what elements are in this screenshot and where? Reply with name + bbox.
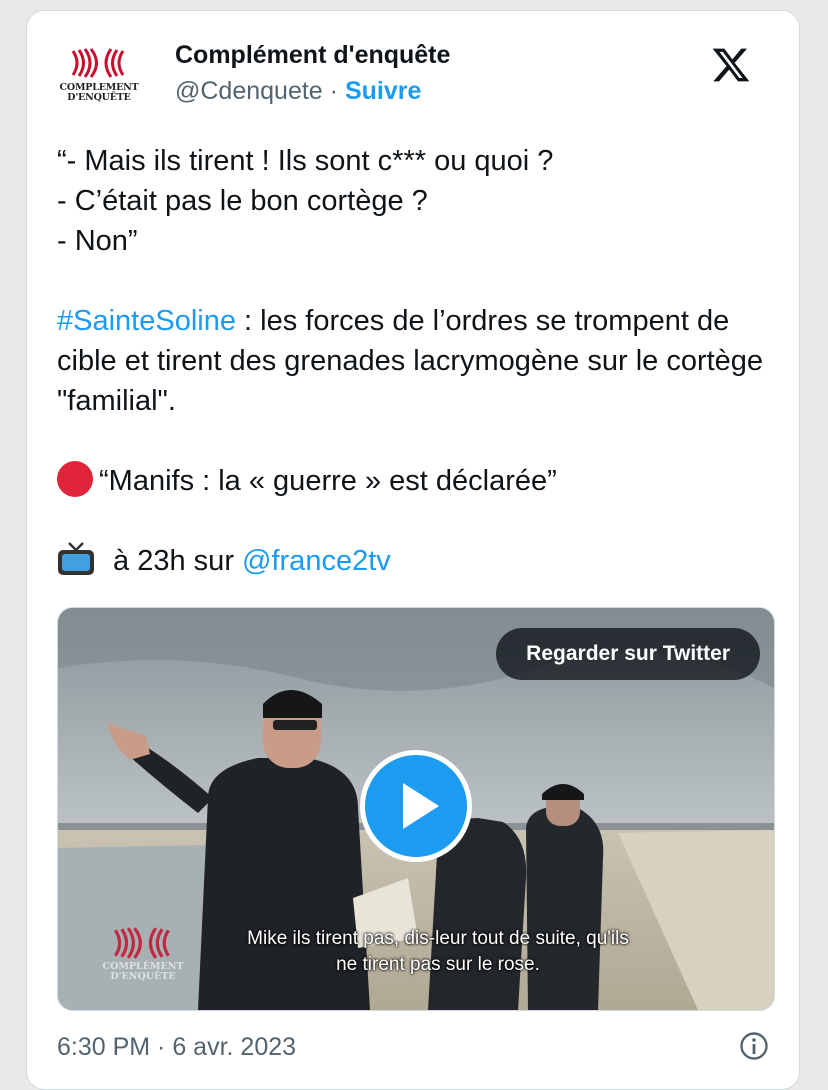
- tweet-line: “- Mais ils tirent ! Ils sont c*** ou qu…: [57, 145, 554, 177]
- brand-logo-icon: [114, 927, 170, 959]
- tweet-header: COMPLEMENT D'ENQUÊTE Complément d'enquêt…: [55, 41, 775, 111]
- author-handle[interactable]: @Cdenquete: [175, 77, 323, 105]
- author-name[interactable]: Complément d'enquête: [175, 41, 450, 70]
- watch-on-twitter-button[interactable]: Regarder sur Twitter: [496, 628, 760, 680]
- tweet-line: - Non”: [57, 225, 138, 257]
- follow-button[interactable]: Suivre: [345, 77, 421, 105]
- separator: ·: [329, 77, 338, 105]
- brand-logo-icon: [71, 48, 125, 78]
- play-button[interactable]: [360, 750, 472, 862]
- tv-icon: [58, 542, 94, 575]
- tweet-timestamp[interactable]: 6:30 PM · 6 avr. 2023: [57, 1033, 296, 1062]
- tweet-body: “- Mais ils tirent ! Ils sont c*** ou qu…: [57, 141, 777, 581]
- mention-link[interactable]: @france2tv: [242, 545, 391, 577]
- author-handle-row: @Cdenquete · Suivre: [175, 77, 421, 106]
- video-watermark: COMPLÉMENT D'ENQUÊTE: [98, 926, 188, 986]
- tweet-line: - C’était pas le bon cortège ?: [57, 185, 428, 217]
- tweet-card: COMPLEMENT D'ENQUÊTE Complément d'enquêt…: [26, 10, 800, 1090]
- author-avatar[interactable]: COMPLEMENT D'ENQUÊTE: [57, 47, 141, 109]
- red-circle-icon: [57, 461, 93, 497]
- tweet-paragraph: #SainteSoline : les forces de l’ordres s…: [57, 305, 764, 417]
- play-icon: [403, 783, 439, 829]
- tweet-broadcast: à 23h sur @france2tv: [57, 541, 777, 581]
- video-player[interactable]: Regarder sur Twitter COMPLÉMENT D'ENQUÊT…: [57, 607, 775, 1011]
- video-subtitle: Mike ils tirent pas, dis-leur tout de su…: [247, 928, 629, 975]
- watermark-text: COMPLÉMENT D'ENQUÊTE: [102, 961, 184, 982]
- avatar-wordmark: COMPLEMENT D'ENQUÊTE: [59, 82, 139, 103]
- x-logo-icon[interactable]: [711, 45, 751, 85]
- hashtag-link[interactable]: #SainteSoline: [57, 305, 236, 337]
- tweet-headline: “Manifs : la « guerre » est déclarée”: [57, 461, 777, 501]
